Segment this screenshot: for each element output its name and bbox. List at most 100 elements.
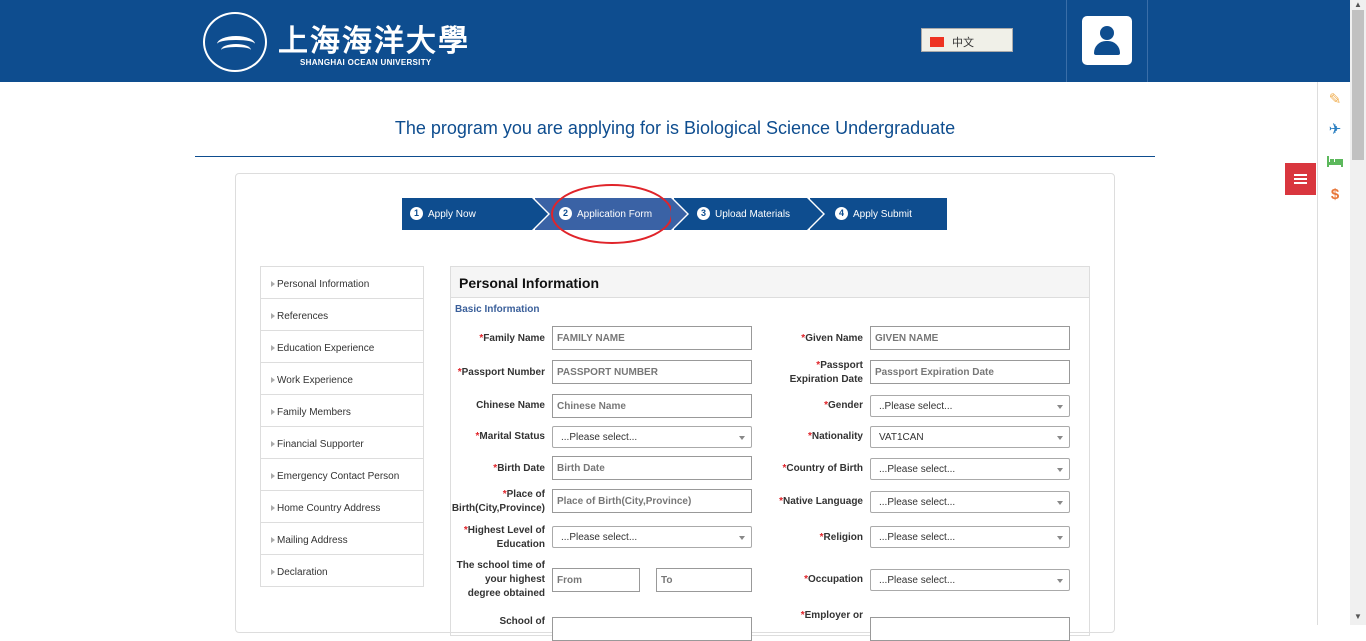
chevron-down-icon [739,536,745,540]
user-account-button[interactable] [1082,16,1132,65]
sidenav-item-family-members[interactable]: Family Members [261,395,423,427]
nationality-select[interactable]: VAT1CAN [870,426,1070,448]
place-of-birth-label: *Place of Birth(City,Province) [451,489,545,514]
school-of-label: School of [499,616,545,627]
religion-select[interactable]: ...Please select... [870,526,1070,548]
nationality-label: *Nationality [807,431,863,442]
site-header: 上海海洋大學 SHANGHAI OCEAN UNIVERSITY 中文 [0,0,1350,82]
caret-right-icon [271,473,275,479]
birth-date-input[interactable]: Birth Date [552,456,752,480]
chevron-down-icon [739,436,745,440]
sidenav-item-education-experience[interactable]: Education Experience [261,331,423,363]
chinese-name-input[interactable]: Chinese Name [552,394,752,418]
title-divider [195,156,1155,157]
highlight-ring-annotation [551,184,673,244]
sidenav-item-declaration[interactable]: Declaration [261,555,423,586]
passport-number-input[interactable]: PASSPORT NUMBER [552,360,752,384]
scrollbar-thumb[interactable] [1352,10,1364,160]
language-label: 中文 [952,37,974,49]
chevron-down-icon [1057,405,1063,409]
step-apply-submit[interactable]: 4 Apply Submit [810,198,947,230]
passport-number-label: *Passport Number [457,367,545,378]
caret-right-icon [271,313,275,319]
logo-chinese-name[interactable]: 上海海洋大學 [278,16,470,60]
sidenav-label: Work Experience [277,375,353,386]
school-time-label: The school time of your highest degree obt… [456,560,545,599]
sidenav-item-personal-information[interactable]: Personal Information [261,267,423,299]
sidenav-item-references[interactable]: References [261,299,423,331]
form-section-nav: Personal Information References Educatio… [260,266,424,587]
sidenav-label: Emergency Contact Person [277,471,400,482]
sidenav-label: Family Members [277,407,351,418]
sidenav-item-financial-supporter[interactable]: Financial Supporter [261,427,423,459]
given-name-input[interactable]: GIVEN NAME [870,326,1070,350]
employer-input[interactable] [870,617,1070,641]
native-language-select[interactable]: ...Please select... [870,491,1070,513]
highest-education-select[interactable]: ...Please select... [552,526,752,548]
hamburger-icon [1294,174,1307,176]
sidenav-label: Personal Information [277,279,370,290]
caret-right-icon [271,537,275,543]
sidenav-label: Financial Supporter [277,439,364,450]
caret-right-icon [271,505,275,511]
china-flag-icon [930,37,944,48]
step-number: 4 [835,207,848,220]
hamburger-icon [1294,182,1307,184]
chevron-down-icon [1057,436,1063,440]
user-menu-area [1066,0,1148,82]
school-time-from-input[interactable]: From [552,568,640,592]
step-label: Apply Submit [853,209,912,220]
user-icon [1100,26,1114,40]
sidenav-label: Declaration [277,567,328,578]
country-of-birth-select[interactable]: ...Please select... [870,458,1070,480]
family-name-input[interactable]: FAMILY NAME [552,326,752,350]
side-toolbar: ✎ ✈ $ [1317,82,1350,625]
passport-expiration-label: *Passport Expiration Date [789,360,863,385]
sidenav-label: References [277,311,329,322]
scroll-up-arrow-icon[interactable]: ▲ [1354,0,1362,9]
sidenav-item-home-country-address[interactable]: Home Country Address [261,491,423,523]
sidenav-item-mailing-address[interactable]: Mailing Address [261,523,423,555]
dollar-icon[interactable]: $ [1326,186,1344,204]
occupation-select[interactable]: ...Please select... [870,569,1070,591]
step-apply-now[interactable]: 1 Apply Now [402,198,550,230]
caret-right-icon [271,345,275,351]
sidenav-item-work-experience[interactable]: Work Experience [261,363,423,395]
sidenav-item-emergency-contact[interactable]: Emergency Contact Person [261,459,423,491]
university-seal-logo[interactable] [203,12,267,72]
caret-right-icon [271,281,275,287]
plane-icon[interactable]: ✈ [1326,120,1344,138]
school-of-input[interactable] [552,617,752,641]
logo-english-name[interactable]: SHANGHAI OCEAN UNIVERSITY [300,58,432,67]
scroll-down-arrow-icon[interactable]: ▼ [1354,612,1362,621]
chevron-down-icon [1057,536,1063,540]
bed-icon[interactable] [1326,154,1344,172]
step-upload-materials[interactable]: 3 Upload Materials [674,198,825,230]
gender-select[interactable]: ..Please select... [870,395,1070,417]
step-progress: 1 Apply Now 2 Application Form 3 Upload Mat… [402,198,947,230]
panel-title: Personal Information [451,267,1089,298]
passport-expiration-input[interactable]: Passport Expiration Date [870,360,1070,384]
caret-right-icon [271,569,275,575]
menu-toggle-button[interactable] [1285,163,1316,195]
gender-label: *Gender [824,400,863,411]
chevron-down-icon [1057,501,1063,505]
employer-label: *Employer or [800,610,863,621]
edit-icon[interactable]: ✎ [1326,90,1344,108]
given-name-label: *Given Name [801,333,863,344]
language-switch-button[interactable]: 中文 [921,28,1013,52]
sidenav-label: Education Experience [277,343,375,354]
user-icon-body [1094,41,1120,55]
step-number: 1 [410,207,423,220]
marital-status-select[interactable]: ...Please select... [552,426,752,448]
place-of-birth-input[interactable]: Place of Birth(City,Province) [552,489,752,513]
school-time-to-input[interactable]: To [656,568,752,592]
sidenav-label: Home Country Address [277,503,381,514]
chinese-name-label: Chinese Name [476,400,545,411]
highest-education-label: *Highest Level of Education [463,525,545,550]
step-arrow-shape [532,198,548,230]
step-arrow-shape [807,198,823,230]
caret-right-icon [271,441,275,447]
page-scrollbar[interactable]: ▲ ▼ [1350,0,1366,625]
marital-status-label: *Marital Status [475,431,545,442]
